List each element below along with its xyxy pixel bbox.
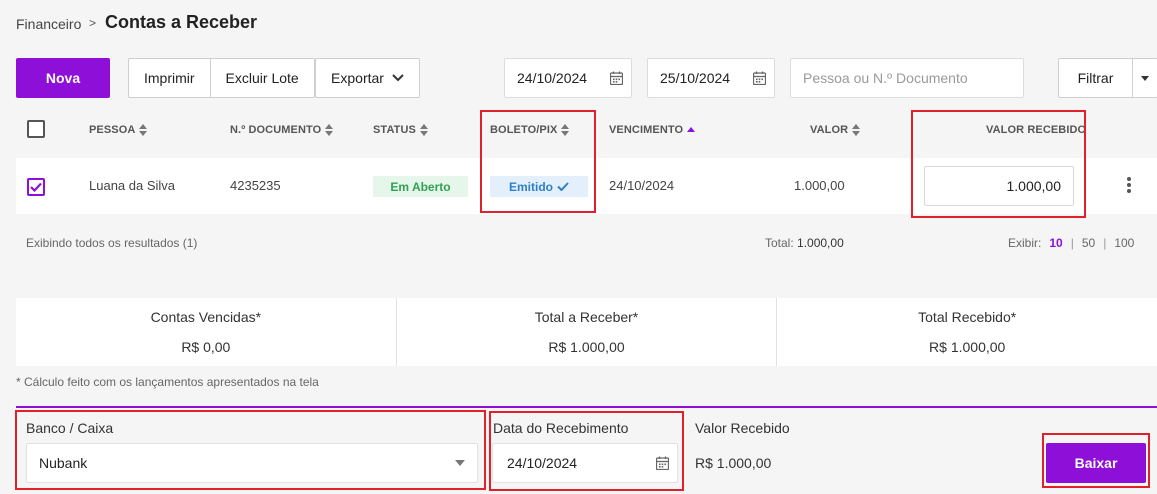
- filter-button-group: Filtrar: [1058, 58, 1157, 98]
- sort-icon: [852, 124, 861, 136]
- breadcrumb-root[interactable]: Financeiro: [16, 16, 81, 32]
- column-header-document[interactable]: N.º DOCUMENTO: [230, 124, 334, 136]
- page-size-label: Exibir:: [1008, 236, 1042, 250]
- date-to-input[interactable]: 25/10/2024: [647, 58, 775, 98]
- page-size-selector: Exibir: 10 | 50 | 100: [1008, 236, 1134, 250]
- date-from-input[interactable]: 24/10/2024: [504, 58, 632, 98]
- date-to-value: 25/10/2024: [660, 70, 731, 86]
- column-header-due[interactable]: VENCIMENTO: [609, 124, 696, 136]
- highlight-boleto-column: [480, 110, 596, 213]
- summary-card-receivable: Total a Receber* R$ 1.000,00: [397, 298, 778, 366]
- summary-value: R$ 0,00: [181, 339, 231, 355]
- column-header-label: N.º DOCUMENTO: [230, 124, 322, 136]
- page-size-option[interactable]: 100: [1114, 236, 1134, 250]
- total-value: 1.000,00: [797, 236, 844, 250]
- summary-note: * Cálculo feito com os lançamentos apres…: [16, 375, 319, 389]
- cell-person: Luana da Silva: [89, 178, 176, 193]
- sort-icon: [139, 124, 148, 136]
- row-checkbox[interactable]: [27, 178, 45, 196]
- new-button[interactable]: Nova: [16, 58, 110, 98]
- date-from-value: 24/10/2024: [517, 70, 588, 86]
- summary-value: R$ 1.000,00: [548, 339, 625, 355]
- highlight-settle-button: [1042, 433, 1150, 488]
- sort-icon: [325, 124, 334, 136]
- row-menu-icon[interactable]: [1124, 177, 1134, 193]
- export-label: Exportar: [331, 70, 384, 86]
- pager-divider: |: [1070, 236, 1074, 250]
- total-label: Total:: [765, 236, 794, 250]
- received-value-label: Valor Recebido: [695, 420, 790, 436]
- cell-value: 1.000,00: [794, 178, 845, 193]
- summary-value: R$ 1.000,00: [929, 339, 1006, 355]
- pager-divider: |: [1103, 236, 1107, 250]
- highlight-received-column: [911, 110, 1086, 218]
- chevron-down-icon: [392, 74, 404, 82]
- column-header-label: PESSOA: [89, 124, 136, 136]
- received-value-amount: R$ 1.000,00: [695, 455, 772, 471]
- page-size-option[interactable]: 50: [1082, 236, 1095, 250]
- export-button[interactable]: Exportar: [315, 58, 420, 98]
- search-field: [790, 58, 1024, 98]
- sort-icon: [419, 124, 428, 136]
- summary-label: Total Recebido*: [918, 309, 1017, 325]
- column-header-status[interactable]: STATUS: [373, 124, 428, 136]
- total-info: Total: 1.000,00: [765, 236, 844, 250]
- summary-label: Contas Vencidas*: [150, 309, 262, 325]
- cell-due-date: 24/10/2024: [609, 178, 675, 193]
- column-header-label: VALOR: [810, 124, 849, 136]
- page-title: Contas a Receber: [105, 12, 258, 32]
- section-divider: [16, 406, 1157, 408]
- delete-batch-button[interactable]: Excluir Lote: [211, 59, 314, 97]
- calendar-icon[interactable]: [610, 71, 623, 85]
- column-header-person[interactable]: PESSOA: [89, 124, 148, 136]
- caret-down-icon: [1141, 75, 1149, 81]
- print-button[interactable]: Imprimir: [129, 59, 211, 97]
- page-size-option[interactable]: 10: [1049, 236, 1062, 250]
- summary-label: Total a Receber*: [534, 309, 639, 325]
- actions-button-group: Imprimir Excluir Lote: [128, 58, 315, 98]
- results-info: Exibindo todos os resultados (1): [26, 236, 198, 250]
- breadcrumb-separator: >: [89, 16, 97, 30]
- select-all-checkbox[interactable]: [27, 120, 45, 138]
- summary-cards: Contas Vencidas* R$ 0,00 Total a Receber…: [16, 298, 1157, 366]
- search-input[interactable]: [803, 70, 1011, 86]
- summary-card-overdue: Contas Vencidas* R$ 0,00: [16, 298, 397, 366]
- filter-button[interactable]: Filtrar: [1059, 59, 1133, 97]
- checkmark-icon: [30, 182, 42, 192]
- column-header-label: STATUS: [373, 124, 416, 136]
- calendar-icon[interactable]: [753, 71, 766, 85]
- status-badge: Em Aberto: [373, 176, 468, 197]
- column-header-label: VENCIMENTO: [609, 124, 684, 136]
- highlight-date-field: [489, 411, 684, 491]
- cell-document: 4235235: [230, 178, 281, 193]
- sort-ascending-icon: [687, 127, 696, 132]
- summary-card-received: Total Recebido* R$ 1.000,00: [777, 298, 1157, 366]
- filter-dropdown-toggle[interactable]: [1133, 59, 1157, 97]
- highlight-bank-field: [15, 410, 486, 490]
- column-header-value[interactable]: VALOR: [810, 124, 861, 136]
